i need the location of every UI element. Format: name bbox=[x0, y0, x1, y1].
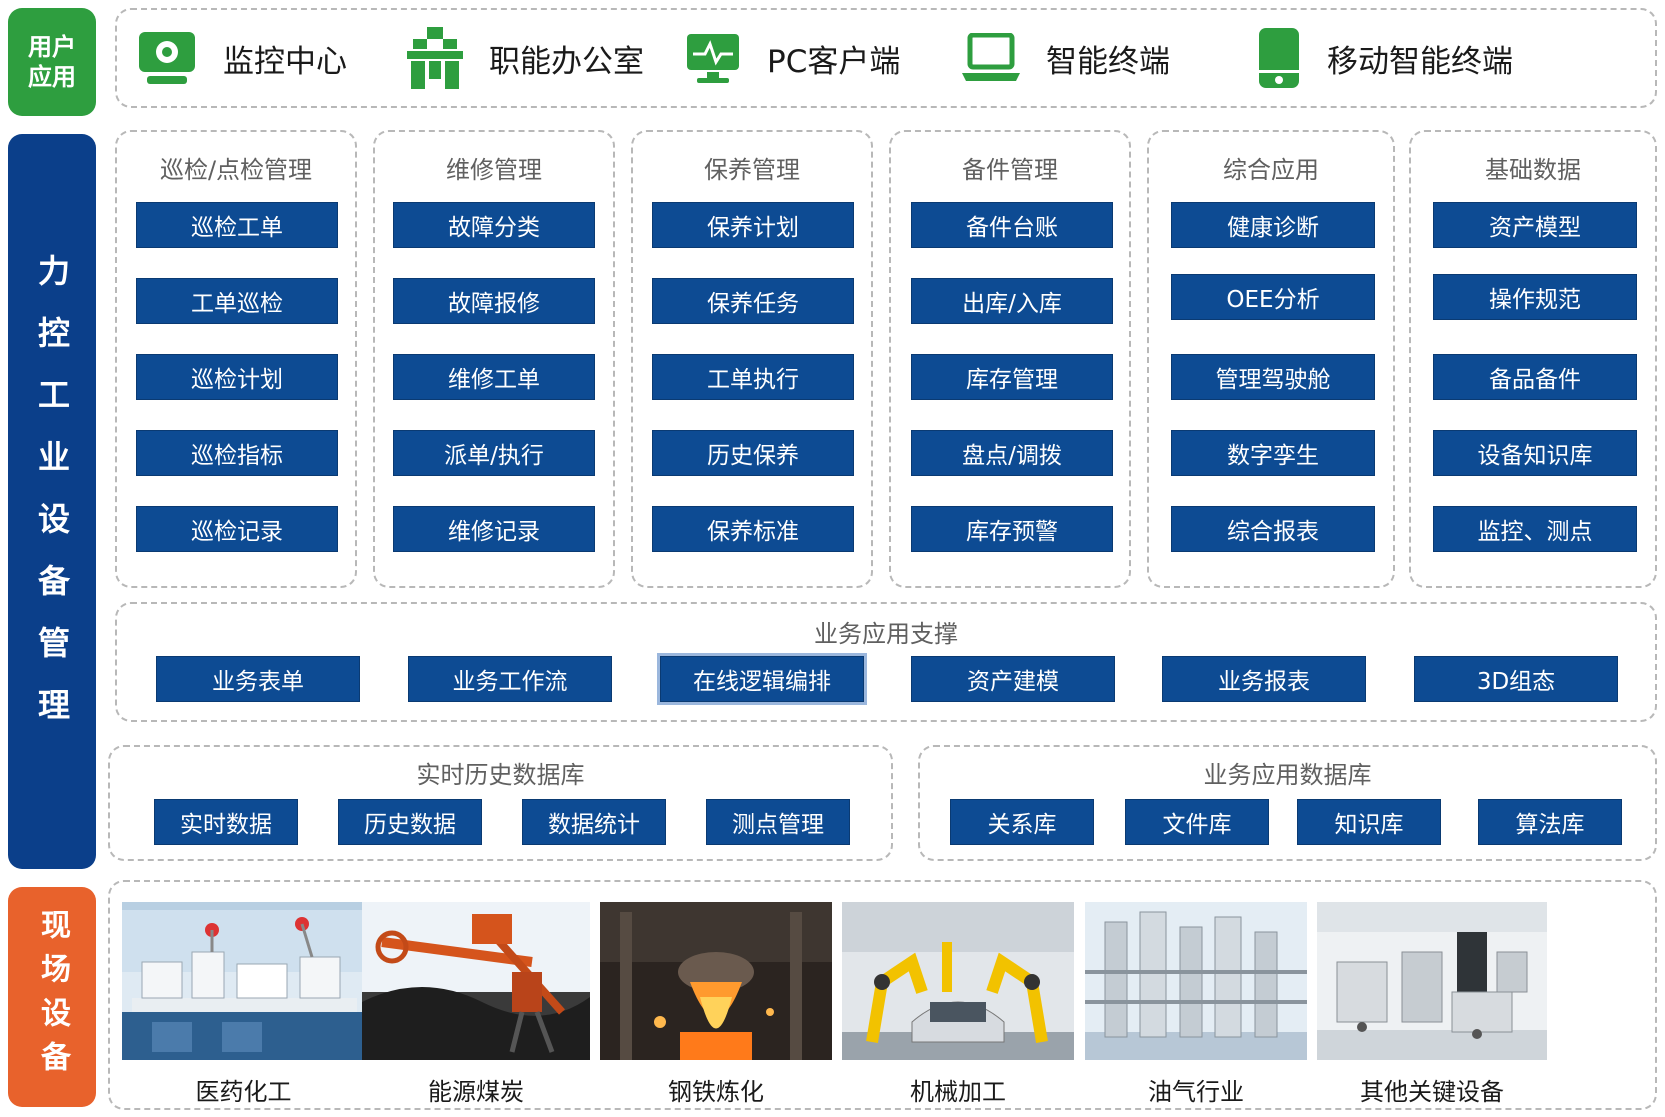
support-section: 业务应用支撑 业务表单 业务工作流 在线逻辑编排 资产建模 业务报表 3D组态 bbox=[115, 602, 1657, 722]
module-title: 保养管理 bbox=[704, 156, 800, 184]
btn-asset-model[interactable]: 资产模型 bbox=[1433, 202, 1637, 248]
btn-algorithm-db[interactable]: 算法库 bbox=[1478, 799, 1622, 845]
top-item-mobile-terminal[interactable]: 移动智能终端 bbox=[1257, 10, 1513, 106]
support-title: 业务应用支撑 bbox=[814, 620, 958, 648]
module-title: 综合应用 bbox=[1223, 156, 1319, 184]
module-spare-parts: 备件管理 备件台账 出库/入库 库存管理 盘点/调拨 库存预警 bbox=[889, 130, 1131, 588]
top-item-label: 职能办公室 bbox=[489, 43, 644, 80]
module-title: 备件管理 bbox=[962, 156, 1058, 184]
btn-inspection-order[interactable]: 巡检工单 bbox=[136, 202, 338, 248]
btn-online-logic[interactable]: 在线逻辑编排 bbox=[660, 656, 864, 702]
industry-image-oilgas bbox=[1085, 902, 1307, 1060]
top-item-monitor-center[interactable]: 监控中心 bbox=[137, 10, 347, 106]
industry-label: 医药化工 bbox=[195, 1078, 292, 1106]
top-item-label: 移动智能终端 bbox=[1327, 43, 1513, 80]
top-item-pc-client[interactable]: PC客户端 bbox=[685, 10, 900, 106]
module-title: 维修管理 bbox=[446, 156, 542, 184]
btn-history-data[interactable]: 历史数据 bbox=[338, 799, 482, 845]
btn-order-execute[interactable]: 工单执行 bbox=[652, 354, 854, 400]
btn-digital-twin[interactable]: 数字孪生 bbox=[1171, 430, 1375, 476]
btn-fault-report[interactable]: 故障报修 bbox=[393, 278, 595, 324]
btn-repair-record[interactable]: 维修记录 bbox=[393, 506, 595, 552]
industry-label: 其他关键设备 bbox=[1360, 1078, 1504, 1106]
btn-equipment-knowledge[interactable]: 设备知识库 bbox=[1433, 430, 1637, 476]
btn-stock-in-out[interactable]: 出库/入库 bbox=[911, 278, 1113, 324]
office-icon bbox=[407, 27, 463, 89]
user-app-bar: 监控中心 职能办公室 PC客户端 智能终端 移动智能终端 bbox=[115, 8, 1657, 108]
btn-parts-ledger[interactable]: 备件台账 bbox=[911, 202, 1113, 248]
monitor-center-icon bbox=[139, 32, 195, 84]
industry-label: 钢铁炼化 bbox=[668, 1078, 764, 1106]
btn-health-diagnosis[interactable]: 健康诊断 bbox=[1171, 202, 1375, 248]
btn-inspection-index[interactable]: 巡检指标 bbox=[136, 430, 338, 476]
btn-asset-modeling[interactable]: 资产建模 bbox=[911, 656, 1115, 702]
btn-business-form[interactable]: 业务表单 bbox=[156, 656, 360, 702]
top-item-smart-terminal[interactable]: 智能终端 bbox=[962, 10, 1170, 106]
btn-inventory-manage[interactable]: 库存管理 bbox=[911, 354, 1113, 400]
field-equipment-tag: 现场设备 bbox=[8, 887, 96, 1107]
business-db-title: 业务应用数据库 bbox=[1203, 761, 1372, 789]
top-item-label: PC客户端 bbox=[767, 43, 901, 80]
user-app-tag: 用户应用 bbox=[8, 8, 96, 116]
main-system-tag: 力控工业设备管理 bbox=[8, 134, 96, 869]
btn-inspection-plan[interactable]: 巡检计划 bbox=[136, 354, 338, 400]
btn-repair-order[interactable]: 维修工单 bbox=[393, 354, 595, 400]
btn-management-cockpit[interactable]: 管理驾驶舱 bbox=[1171, 354, 1375, 400]
btn-business-report[interactable]: 业务报表 bbox=[1162, 656, 1366, 702]
industry-image-steel bbox=[600, 902, 832, 1060]
btn-upkeep-history[interactable]: 历史保养 bbox=[652, 430, 854, 476]
btn-relational-db[interactable]: 关系库 bbox=[950, 799, 1094, 845]
mobile-icon bbox=[1259, 28, 1299, 88]
btn-file-db[interactable]: 文件库 bbox=[1125, 799, 1269, 845]
realtime-db-title: 实时历史数据库 bbox=[416, 761, 585, 789]
btn-realtime-data[interactable]: 实时数据 bbox=[154, 799, 298, 845]
module-upkeep: 保养管理 保养计划 保养任务 工单执行 历史保养 保养标准 bbox=[631, 130, 873, 588]
module-title: 基础数据 bbox=[1485, 156, 1581, 184]
btn-oee-analysis[interactable]: OEE分析 bbox=[1171, 274, 1375, 320]
btn-upkeep-task[interactable]: 保养任务 bbox=[652, 278, 854, 324]
industry-image-pharma bbox=[122, 902, 365, 1060]
industry-image-machining bbox=[842, 902, 1074, 1060]
business-db-section: 业务应用数据库 关系库 文件库 知识库 算法库 bbox=[918, 745, 1657, 861]
module-integrated-apps: 综合应用 健康诊断 OEE分析 管理驾驶舱 数字孪生 综合报表 bbox=[1147, 130, 1395, 588]
btn-upkeep-standard[interactable]: 保养标准 bbox=[652, 506, 854, 552]
btn-monitor-points[interactable]: 监控、测点 bbox=[1433, 506, 1637, 552]
realtime-db-section: 实时历史数据库 实时数据 历史数据 数据统计 测点管理 bbox=[108, 745, 893, 861]
top-item-office[interactable]: 职能办公室 bbox=[407, 10, 644, 106]
btn-dispatch-execute[interactable]: 派单/执行 bbox=[393, 430, 595, 476]
btn-upkeep-plan[interactable]: 保养计划 bbox=[652, 202, 854, 248]
btn-count-transfer[interactable]: 盘点/调拨 bbox=[911, 430, 1113, 476]
module-inspection: 巡检/点检管理 巡检工单 工单巡检 巡检计划 巡检指标 巡检记录 bbox=[115, 130, 357, 588]
btn-inventory-alert[interactable]: 库存预警 bbox=[911, 506, 1113, 552]
top-item-label: 智能终端 bbox=[1046, 43, 1170, 80]
btn-3d-config[interactable]: 3D组态 bbox=[1414, 656, 1618, 702]
btn-point-management[interactable]: 测点管理 bbox=[706, 799, 850, 845]
industry-image-other bbox=[1317, 902, 1547, 1060]
btn-integrated-report[interactable]: 综合报表 bbox=[1171, 506, 1375, 552]
industry-label: 机械加工 bbox=[910, 1078, 1006, 1106]
laptop-icon bbox=[962, 33, 1020, 81]
industry-label: 能源煤炭 bbox=[428, 1078, 524, 1106]
module-title: 巡检/点检管理 bbox=[159, 156, 313, 184]
pc-client-icon bbox=[687, 34, 739, 83]
btn-operating-spec[interactable]: 操作规范 bbox=[1433, 274, 1637, 320]
industry-label: 油气行业 bbox=[1148, 1078, 1244, 1106]
btn-order-inspection[interactable]: 工单巡检 bbox=[136, 278, 338, 324]
btn-inspection-record[interactable]: 巡检记录 bbox=[136, 506, 338, 552]
module-maintenance: 维修管理 故障分类 故障报修 维修工单 派单/执行 维修记录 bbox=[373, 130, 615, 588]
btn-knowledge-db[interactable]: 知识库 bbox=[1297, 799, 1441, 845]
btn-spare-stock[interactable]: 备品备件 bbox=[1433, 354, 1637, 400]
btn-fault-category[interactable]: 故障分类 bbox=[393, 202, 595, 248]
field-equipment-section: 医药化工 能源煤炭 钢铁炼化 机械加工 油气行业 其他关键设备 bbox=[108, 880, 1657, 1110]
top-item-label: 监控中心 bbox=[223, 43, 347, 80]
btn-data-statistics[interactable]: 数据统计 bbox=[522, 799, 666, 845]
btn-business-workflow[interactable]: 业务工作流 bbox=[408, 656, 612, 702]
industry-image-coal bbox=[362, 902, 590, 1060]
module-base-data: 基础数据 资产模型 操作规范 备品备件 设备知识库 监控、测点 bbox=[1409, 130, 1657, 588]
